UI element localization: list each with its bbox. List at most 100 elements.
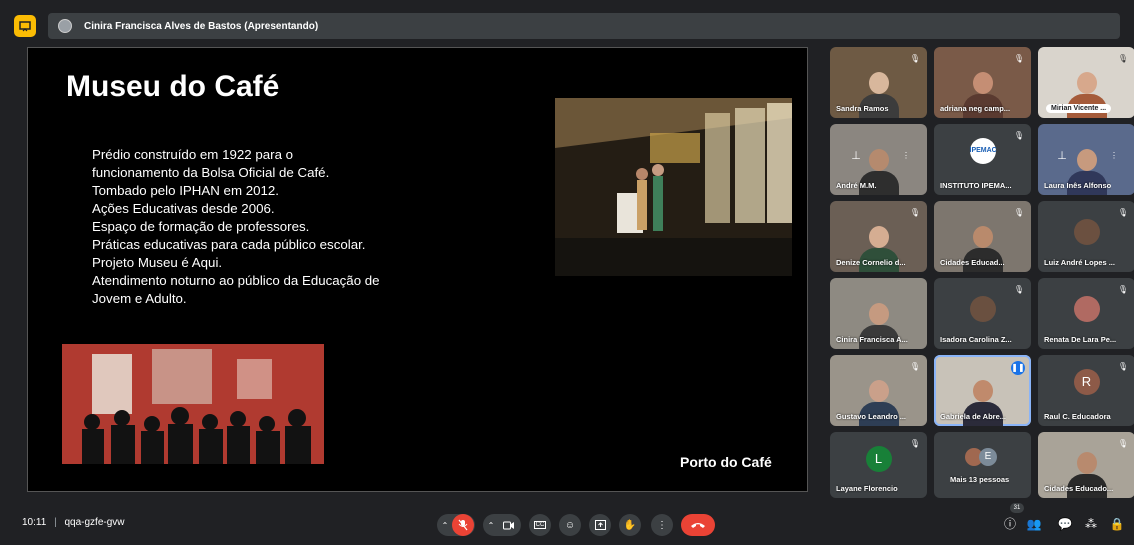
- participant-tile[interactable]: L 🎙 Layane Florencio: [830, 432, 927, 498]
- mic-options-chevron-icon[interactable]: ⌃: [438, 521, 452, 530]
- slide-bullet: Projeto Museu é Aqui.: [92, 255, 223, 270]
- host-controls-icon[interactable]: 🔒: [1108, 515, 1126, 533]
- slide-caption: Porto do Café: [680, 454, 772, 470]
- bottom-control-bar: 10:11 | qqa-gzfe-gvw ⌃ ⌃ CC ☺ ✋ ⋮ ⓘ 👥 31…: [0, 503, 1134, 545]
- participant-name: Laura Inês Alfonso: [1044, 181, 1112, 190]
- clock-time: 10:11: [22, 517, 47, 528]
- top-bar: Cinira Francisca Alves de Bastos (Aprese…: [14, 12, 1134, 40]
- chat-icon[interactable]: 💬: [1056, 515, 1074, 533]
- avatar: [969, 296, 996, 322]
- participant-tile[interactable]: 🎙 Sandra Ramos: [830, 47, 927, 118]
- pin-icon[interactable]: ⊥: [850, 150, 862, 162]
- participant-name: Isadora Carolina Z...: [940, 335, 1012, 344]
- slide-title: Museu do Café: [66, 70, 280, 103]
- mic-off-icon: [458, 519, 468, 531]
- institution-logo: IPEMAC: [969, 138, 997, 164]
- mic-off-icon: 🎙: [1117, 285, 1129, 294]
- participant-name: Renata De Lara Pe...: [1044, 335, 1117, 344]
- participant-name: André M.M.: [836, 181, 877, 190]
- captions-icon: CC: [533, 521, 547, 529]
- participant-name: Layane Florencio: [836, 484, 898, 493]
- meeting-info: 10:11 | qqa-gzfe-gvw: [22, 517, 125, 528]
- avatar: [1073, 219, 1100, 245]
- museum-hall-photo: [555, 98, 792, 276]
- people-icon[interactable]: 👥: [1025, 515, 1043, 533]
- more-options-icon[interactable]: ⋮: [900, 150, 912, 162]
- slide-bullet: Ações Educativas desde 2006.: [92, 201, 275, 216]
- raise-hand-button[interactable]: ✋: [619, 514, 641, 536]
- participant-name: INSTITUTO IPEMA...: [940, 181, 1012, 190]
- slide-bullet: Prédio construído em 1922 para o: [92, 147, 294, 162]
- presenter-banner[interactable]: Cinira Francisca Alves de Bastos (Aprese…: [48, 13, 1120, 39]
- mic-off-icon: 🎙: [1013, 54, 1025, 63]
- slide-bullet: funcionamento da Bolsa Oficial de Café.: [92, 165, 330, 180]
- participant-name: Luiz André Lopes ...: [1044, 258, 1115, 267]
- participant-tile[interactable]: IPEMAC 🎙 INSTITUTO IPEMA...: [934, 124, 1031, 195]
- emoji-icon: ☺: [564, 519, 576, 531]
- participant-name: Cidades Educad...: [940, 258, 1005, 267]
- participant-tile[interactable]: R 🎙 Raul C. Educadora: [1038, 355, 1134, 426]
- shared-slide: Museu do Café Prédio construído em 1922 …: [27, 47, 808, 492]
- camera-button[interactable]: [498, 521, 520, 530]
- mic-off-icon: 🎙: [909, 54, 921, 63]
- more-vert-icon: ⋮: [657, 519, 667, 531]
- camera-options-chevron-icon[interactable]: ⌃: [484, 521, 498, 530]
- slide-bullet: Jovem e Adulto.: [92, 291, 187, 306]
- pin-icon[interactable]: ⊥: [1056, 150, 1068, 162]
- participant-tile[interactable]: 🎙 Isadora Carolina Z...: [934, 278, 1031, 349]
- participant-name: Gabriela de Abre...: [940, 412, 1006, 421]
- participant-name: Raul C. Educadora: [1044, 412, 1111, 421]
- participant-tile[interactable]: Cinira Francisca A...: [830, 278, 927, 349]
- avatar: [58, 19, 72, 33]
- more-participants-label: Mais 13 pessoas: [950, 475, 1010, 484]
- meet-window: Cinira Francisca Alves de Bastos (Aprese…: [0, 0, 1134, 545]
- participant-tile[interactable]: 🎙 Cidades Educad...: [934, 201, 1031, 272]
- participant-name: Sandra Ramos: [836, 104, 889, 113]
- participant-tile[interactable]: 🎙 Gustavo Leandro ...: [830, 355, 927, 426]
- presentation-icon[interactable]: [14, 15, 36, 37]
- speaking-indicator-icon: ❚❚: [1011, 361, 1025, 375]
- participant-tile[interactable]: ⊥ ⋮ Laura Inês Alfonso: [1038, 124, 1134, 195]
- hand-icon: ✋: [623, 519, 637, 531]
- mic-off-icon: 🎙: [1117, 54, 1129, 63]
- mic-off-icon: 🎙: [1013, 208, 1025, 217]
- participant-tile[interactable]: 🎙 Renata De Lara Pe...: [1038, 278, 1134, 349]
- present-screen-icon: [594, 520, 606, 530]
- participant-tile[interactable]: ⊥ ⋮ André M.M.: [830, 124, 927, 195]
- more-options-icon[interactable]: ⋮: [1108, 150, 1120, 162]
- participant-tile[interactable]: 🎙 Mirian Vicente ...: [1038, 47, 1134, 118]
- mic-off-icon: 🎙: [1117, 439, 1129, 448]
- participant-tile[interactable]: ❚❚ Gabriela de Abre...: [934, 355, 1031, 426]
- hang-up-icon: [691, 523, 705, 528]
- more-participants-tile[interactable]: E Mais 13 pessoas: [934, 432, 1031, 498]
- participant-tile[interactable]: 🎙 adriana neg camp...: [934, 47, 1031, 118]
- presenter-name: Cinira Francisca Alves de Bastos (Aprese…: [84, 20, 319, 32]
- participant-tile[interactable]: 🎙 Cidades Educado...: [1038, 432, 1134, 498]
- mic-off-icon: 🎙: [1117, 208, 1129, 217]
- participant-name: Gustavo Leandro ...: [836, 412, 907, 421]
- slide-bullet: Espaço de formação de professores.: [92, 219, 310, 234]
- slide-bullet: Tombado pelo IPHAN em 2012.: [92, 183, 280, 198]
- mic-off-icon: 🎙: [909, 439, 921, 448]
- present-screen-button[interactable]: [589, 514, 611, 536]
- camera-icon: [503, 521, 514, 529]
- participant-tile[interactable]: 🎙 Denize Cornelio d...: [830, 201, 927, 272]
- captions-button[interactable]: CC: [529, 514, 551, 536]
- mic-off-icon: 🎙: [1117, 362, 1129, 371]
- more-options-button[interactable]: ⋮: [651, 514, 673, 536]
- activities-icon[interactable]: ⁂: [1082, 515, 1100, 533]
- participant-name: adriana neg camp...: [940, 104, 1011, 113]
- meeting-code: qqa-gzfe-gvw: [64, 517, 125, 528]
- mic-control: ⌃: [437, 514, 475, 536]
- mic-off-icon: 🎙: [909, 208, 921, 217]
- participant-name: Cinira Francisca A...: [836, 335, 908, 344]
- mic-off-button[interactable]: [452, 514, 474, 536]
- mic-off-icon: 🎙: [1013, 285, 1025, 294]
- slide-bullet: Atendimento noturno ao público da Educaç…: [92, 273, 380, 288]
- emoji-reactions-button[interactable]: ☺: [559, 514, 581, 536]
- info-icon[interactable]: ⓘ: [1001, 515, 1019, 533]
- leave-call-button[interactable]: [681, 514, 715, 536]
- avatar: L: [865, 446, 892, 472]
- mic-off-icon: 🎙: [909, 362, 921, 371]
- participant-tile[interactable]: 🎙 Luiz André Lopes ...: [1038, 201, 1134, 272]
